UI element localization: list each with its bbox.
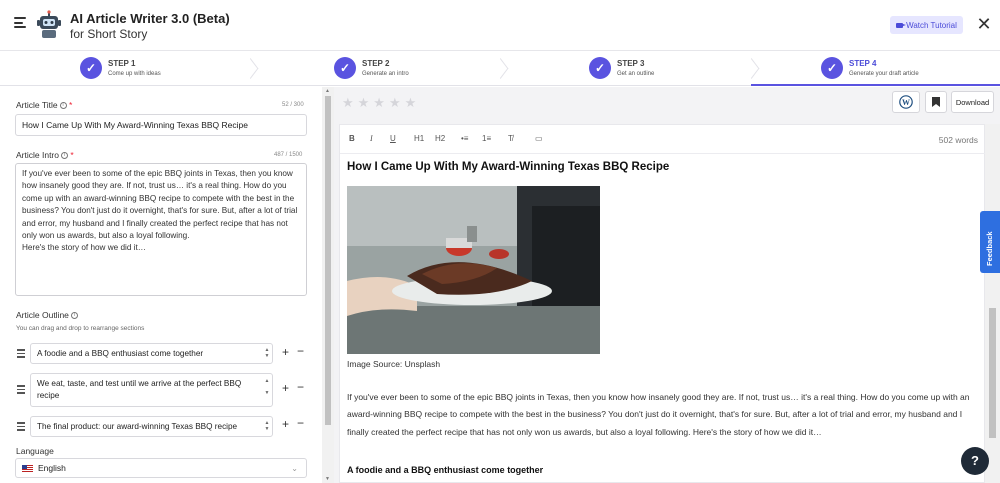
step-1-desc: Come up with ideas [108, 71, 161, 77]
app-title: AI Article Writer 3.0 (Beta) [70, 11, 230, 26]
heading-2-icon[interactable]: H2 [435, 134, 445, 143]
scrollbar-thumb[interactable] [325, 96, 331, 425]
drag-handle-icon[interactable] [17, 385, 25, 396]
article-heading: How I Came Up With My Award-Winning Texa… [347, 161, 670, 173]
step-1[interactable]: ✓ STEP 1 Come up with ideas [0, 52, 250, 86]
step-3[interactable]: ✓ STEP 3 Get an outline [500, 52, 751, 86]
word-count: 502 words [938, 135, 978, 145]
help-icon[interactable]: ? [961, 447, 989, 475]
bbq-platter-photo [347, 186, 600, 354]
step-1-label: STEP 1 [108, 59, 136, 68]
us-flag-icon [22, 464, 33, 472]
add-section-button[interactable]: + [282, 345, 289, 359]
outline-item[interactable]: A foodie and a BBQ enthusiast come toget… [30, 343, 273, 364]
app-subtitle: for Short Story [70, 27, 148, 41]
svg-text:W: W [902, 98, 910, 107]
outline-item-text: The final product: our award-winning Tex… [37, 422, 238, 431]
article-intro-textarea[interactable]: If you've ever been to some of the epic … [15, 163, 307, 296]
scroll-down-icon[interactable]: ▼ [325, 476, 330, 482]
clear-format-icon[interactable]: T̸ [508, 134, 513, 143]
remove-section-button[interactable]: − [297, 380, 304, 394]
image-icon[interactable]: ▭ [535, 134, 543, 143]
add-section-button[interactable]: + [282, 381, 289, 395]
left-panel-scrollbar[interactable]: ▲ ▼ [322, 87, 334, 483]
resize-stepper-icon[interactable]: ▲ ▼ [264, 347, 270, 359]
editor-content: How I Came Up With My Award-Winning Texa… [347, 161, 977, 475]
bookmark-button[interactable] [925, 91, 947, 113]
feedback-label: Feedback [985, 231, 994, 266]
step-4-label: STEP 4 [849, 59, 877, 68]
language-label: Language [16, 446, 54, 456]
resize-stepper-icon[interactable]: ▲ ▼ [264, 420, 270, 432]
drag-handle-icon[interactable] [17, 349, 25, 360]
outline-help-text: You can drag and drop to rearrange secti… [16, 325, 145, 332]
underline-icon[interactable]: U [390, 134, 396, 143]
step-4-desc: Generate your draft article [849, 71, 919, 77]
article-outline-label: Article Outline i [16, 310, 78, 320]
bullet-list-icon[interactable]: •≡ [461, 134, 468, 143]
watch-tutorial-label: Watch Tutorial [906, 20, 957, 30]
close-icon[interactable]: ✕ [976, 15, 992, 33]
bookmark-icon [932, 97, 940, 107]
video-camera-icon [896, 22, 907, 28]
check-icon: ✓ [589, 57, 611, 79]
remove-section-button[interactable]: − [297, 344, 304, 358]
article-editor[interactable]: B I U H1 H2 •≡ 1≡ T̸ ▭ 502 words How I C… [339, 124, 986, 483]
image-caption: Image Source: Unsplash [347, 359, 441, 369]
step-2-desc: Generate an intro [362, 71, 409, 77]
resize-stepper-icon[interactable]: ▲ ▼ [264, 378, 270, 396]
info-icon[interactable]: i [61, 152, 68, 160]
editor-toolbar: B I U H1 H2 •≡ 1≡ T̸ ▭ 502 words [340, 125, 986, 154]
bold-icon[interactable]: B [349, 134, 355, 143]
article-intro-label: Article Intro i * [16, 150, 74, 160]
feedback-tab[interactable]: Feedback [980, 211, 1000, 273]
outline-item[interactable]: The final product: our award-winning Tex… [30, 416, 273, 437]
scrollbar-thumb[interactable] [989, 308, 996, 438]
numbered-list-icon[interactable]: 1≡ [482, 134, 491, 143]
robot-logo-icon [37, 10, 61, 38]
scroll-up-icon[interactable]: ▲ [325, 88, 330, 94]
menu-icon[interactable] [14, 17, 26, 31]
watch-tutorial-button[interactable]: Watch Tutorial [890, 16, 963, 34]
chevron-down-icon: ⌄ [291, 464, 298, 473]
check-icon: ✓ [80, 57, 102, 79]
check-icon: ✓ [821, 57, 843, 79]
step-2[interactable]: ✓ STEP 2 Generate an intro [250, 52, 500, 86]
info-icon[interactable]: i [59, 102, 67, 110]
editor-scrollbar[interactable] [985, 124, 1000, 483]
app-header: AI Article Writer 3.0 (Beta) for Short S… [0, 0, 1000, 51]
language-value: English [38, 463, 66, 473]
wordpress-icon: W [899, 95, 913, 109]
step-3-label: STEP 3 [617, 59, 645, 68]
check-icon: ✓ [334, 57, 356, 79]
article-settings-panel: Article Title i * 52 / 300 How I Came Up … [0, 87, 322, 483]
step-4[interactable]: ✓ STEP 4 Generate your draft article [751, 52, 1000, 86]
intro-char-counter: 487 / 1500 [274, 152, 303, 158]
step-2-label: STEP 2 [362, 59, 390, 68]
active-step-indicator [751, 84, 1000, 86]
article-title-label: Article Title i * [16, 100, 73, 110]
wordpress-button[interactable]: W [892, 91, 920, 113]
step-progress-bar: ✓ STEP 1 Come up with ideas ✓ STEP 2 Gen… [0, 52, 1000, 86]
article-paragraph: If you've ever been to some of the epic … [347, 392, 970, 437]
article-subheading: A foodie and a BBQ enthusiast come toget… [347, 465, 544, 475]
outline-item[interactable]: We eat, taste, and test until we arrive … [30, 373, 273, 407]
outline-item-text: We eat, taste, and test until we arrive … [37, 379, 242, 400]
draft-preview-panel: ★★★★★ W Download B I U H1 H2 •≡ 1≡ T̸ ▭ … [334, 87, 1000, 483]
article-title-input[interactable]: How I Came Up With My Award-Winning Texa… [15, 114, 307, 136]
language-select[interactable]: English ⌄ [15, 458, 307, 478]
italic-icon[interactable]: I [370, 134, 373, 143]
info-icon[interactable]: i [70, 312, 78, 320]
heading-1-icon[interactable]: H1 [414, 134, 424, 143]
remove-section-button[interactable]: − [297, 416, 304, 430]
drag-handle-icon[interactable] [17, 422, 25, 433]
add-section-button[interactable]: + [282, 417, 289, 431]
outline-item-text: A foodie and a BBQ enthusiast come toget… [37, 349, 204, 358]
title-char-counter: 52 / 300 [282, 102, 304, 108]
download-button[interactable]: Download [951, 91, 994, 113]
rating-stars[interactable]: ★★★★★ [342, 95, 420, 111]
step-3-desc: Get an outline [617, 71, 655, 77]
